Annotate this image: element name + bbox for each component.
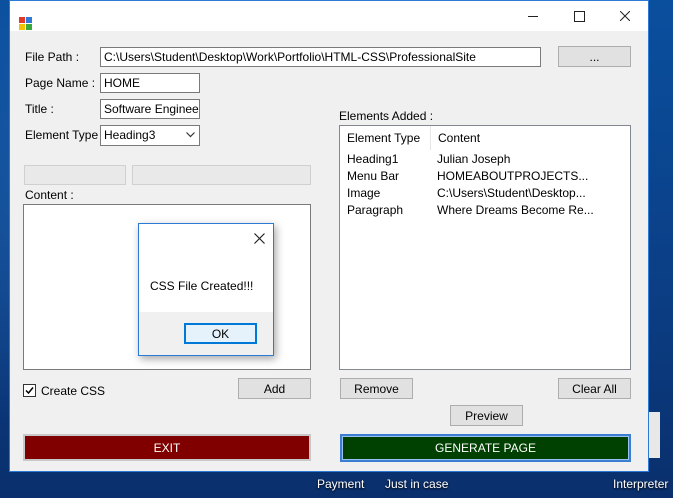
close-icon bbox=[253, 232, 265, 244]
browse-button[interactable]: ... bbox=[558, 46, 631, 67]
list-item[interactable]: Heading1 Julian Joseph bbox=[340, 151, 630, 168]
file-path-label: File Path : bbox=[25, 50, 80, 64]
list-item[interactable]: Menu Bar HOMEABOUTPROJECTS... bbox=[340, 168, 630, 185]
minimize-icon bbox=[528, 15, 538, 17]
add-button[interactable]: Add bbox=[238, 378, 311, 399]
list-item-content: HOMEABOUTPROJECTS... bbox=[437, 169, 589, 183]
title-input[interactable]: Software Engineer bbox=[100, 99, 200, 119]
page-name-label: Page Name : bbox=[25, 76, 96, 90]
list-item[interactable]: Paragraph Where Dreams Become Re... bbox=[340, 202, 630, 219]
app-icon bbox=[19, 17, 33, 31]
dialog-message: CSS File Created!!! bbox=[150, 279, 254, 293]
list-item[interactable]: Image C:\Users\Student\Desktop... bbox=[340, 185, 630, 202]
chevron-down-icon bbox=[186, 132, 195, 138]
generate-page-button[interactable]: GENERATE PAGE bbox=[340, 434, 631, 462]
title-bar bbox=[10, 1, 648, 31]
create-css-checkbox[interactable] bbox=[23, 384, 36, 397]
desktop-item-just-in-case[interactable]: Just in case bbox=[385, 477, 448, 491]
close-icon bbox=[620, 11, 630, 21]
list-item-type: Image bbox=[347, 186, 381, 200]
desktop-item-interpreter[interactable]: Interpreter bbox=[613, 477, 668, 491]
elements-added-label: Elements Added : bbox=[339, 109, 434, 123]
element-type-select[interactable]: Heading3 bbox=[100, 125, 200, 146]
exit-button[interactable]: EXIT bbox=[23, 434, 311, 461]
disabled-field-1 bbox=[24, 165, 126, 185]
element-type-value: Heading3 bbox=[104, 128, 156, 142]
dialog-footer: OK bbox=[139, 312, 273, 355]
desktop-item-payment[interactable]: Payment bbox=[317, 477, 364, 491]
remove-button[interactable]: Remove bbox=[340, 378, 413, 399]
app-window: File Path : C:\Users\Student\Desktop\Wor… bbox=[9, 0, 649, 472]
ok-button[interactable]: OK bbox=[184, 323, 257, 344]
checkmark-icon bbox=[25, 387, 34, 395]
list-item-content: Julian Joseph bbox=[437, 152, 511, 166]
list-item-type: Menu Bar bbox=[347, 169, 400, 183]
title-label: Title : bbox=[25, 102, 54, 116]
maximize-button[interactable] bbox=[556, 1, 602, 31]
elements-list[interactable]: Element Type Content Heading1 Julian Jos… bbox=[339, 125, 631, 370]
column-header-content[interactable]: Content bbox=[431, 126, 631, 150]
disabled-field-2 bbox=[132, 165, 311, 185]
dialog-close-button[interactable] bbox=[251, 230, 267, 246]
message-dialog: CSS File Created!!! OK bbox=[138, 223, 274, 356]
preview-button[interactable]: Preview bbox=[450, 405, 523, 426]
maximize-icon bbox=[573, 10, 585, 22]
create-css-label[interactable]: Create CSS bbox=[41, 384, 105, 398]
list-item-content: Where Dreams Become Re... bbox=[437, 203, 594, 217]
page-name-input[interactable]: HOME bbox=[100, 73, 200, 93]
content-label: Content : bbox=[25, 188, 74, 202]
clear-all-button[interactable]: Clear All bbox=[558, 378, 631, 399]
minimize-button[interactable] bbox=[510, 1, 556, 31]
column-header-element-type[interactable]: Element Type bbox=[340, 126, 431, 150]
list-item-type: Paragraph bbox=[347, 203, 404, 217]
list-item-type: Heading1 bbox=[347, 152, 399, 166]
close-button[interactable] bbox=[602, 1, 648, 31]
list-item-content: C:\Users\Student\Desktop... bbox=[437, 186, 586, 200]
element-type-label: Element Type : bbox=[25, 128, 105, 142]
file-path-input[interactable]: C:\Users\Student\Desktop\Work\Portfolio\… bbox=[100, 47, 541, 67]
